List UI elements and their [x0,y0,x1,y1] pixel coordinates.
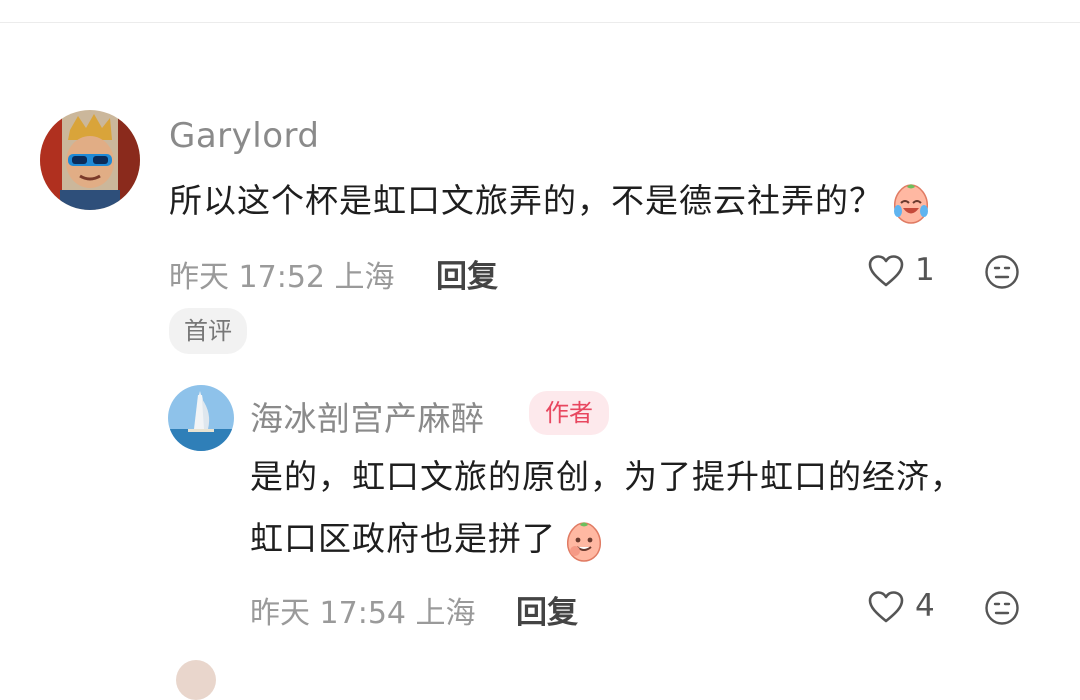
comment2-time: 昨天 17:54 [250,596,406,631]
comment1-text: 所以这个杯是虹口文旅弄的，不是德云社弄的？ [169,170,1049,232]
author-badge: 作者 [529,391,609,435]
emoji-reaction-icon[interactable] [984,254,1020,290]
heart-icon[interactable] [867,590,905,624]
top-divider [0,22,1080,23]
first-comment-tag: 首评 [169,308,247,354]
next-comment-avatar [176,660,216,700]
avatar-author[interactable] [168,385,234,451]
avatar-garylord[interactable] [40,110,140,210]
comment2-username[interactable]: 海冰剖宫产麻醉 [250,392,485,440]
comment2-text: 是的，虹口文旅的原创，为了提升虹口的经济，虹口区政府也是拼了 [250,446,985,570]
comment2-meta: 昨天 17:54 上海 [250,588,476,632]
comment1-text-content: 所以这个杯是虹口文旅弄的，不是德云社弄的？ [169,181,883,220]
comment1-location: 上海 [334,260,395,295]
comment1-username[interactable]: Garylord [169,116,320,156]
comment1-reply-button[interactable]: 回复 [436,251,498,296]
comment1-time: 昨天 17:52 [169,260,325,295]
comment2-location: 上海 [415,596,476,631]
comment2-reply-button[interactable]: 回复 [516,587,578,632]
crying-laughing-peach-emoji [894,183,928,224]
comment2-like-count: 4 [915,588,935,624]
heart-icon[interactable] [867,254,905,288]
comment1-meta: 昨天 17:52 上海 [169,252,395,296]
grinning-peach-emoji [567,521,601,562]
comment1-like-count: 1 [915,252,935,288]
comment2-text-content: 是的，虹口文旅的原创，为了提升虹口的经济，虹口区政府也是拼了 [250,457,964,558]
emoji-reaction-icon[interactable] [984,590,1020,626]
